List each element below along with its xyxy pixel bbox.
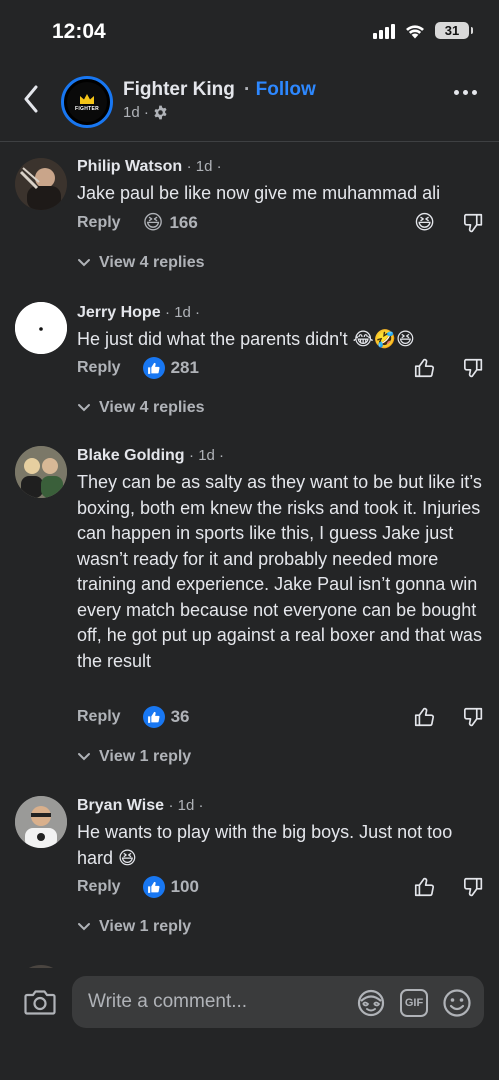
thumbs-up-icon[interactable] — [413, 706, 435, 728]
reply-button[interactable]: Reply — [77, 708, 121, 726]
commenter-avatar[interactable] — [15, 446, 67, 498]
thumbs-down-icon[interactable] — [463, 212, 485, 234]
composer-icons: GIF — [356, 988, 472, 1018]
commenter-avatar[interactable] — [15, 158, 67, 210]
view-replies-label: View 1 reply — [99, 918, 192, 935]
comment-text: They can be as salty as they want to be … — [77, 472, 482, 671]
reaction-summary[interactable]: 😆 166 — [143, 213, 198, 233]
camera-button[interactable] — [24, 988, 56, 1021]
avatar-photo — [15, 446, 67, 498]
page-logo-text: FIGHTER — [74, 105, 100, 112]
reaction-count: 100 — [170, 877, 199, 896]
comment-item: Bryan Wise · 1d · He wants to play with … — [0, 782, 499, 952]
view-replies-label: View 4 replies — [99, 399, 205, 416]
thumbs-up-icon[interactable] — [413, 876, 435, 898]
chevron-down-icon — [78, 753, 90, 761]
page-avatar[interactable]: FIGHTER — [61, 76, 113, 128]
reaction-count: 36 — [170, 707, 190, 726]
comments-list[interactable]: Philip Watson · 1d · Jake paul be like n… — [0, 142, 499, 968]
chevron-down-icon — [78, 404, 90, 412]
chevron-left-icon — [24, 85, 38, 113]
haha-reaction-icon: 😆 — [142, 212, 164, 234]
reaction-summary[interactable]: 100 — [142, 876, 199, 898]
emoji-icon[interactable] — [442, 988, 472, 1018]
follow-separator: · — [244, 79, 251, 100]
thumbs-down-icon[interactable] — [463, 706, 485, 728]
view-replies-link[interactable]: View 4 replies — [77, 254, 205, 272]
more-options-button[interactable] — [454, 90, 477, 95]
comment-text: Jake paul be like now give me muhammad a… — [77, 183, 441, 203]
thumbs-down-icon[interactable] — [463, 876, 485, 898]
reaction-summary[interactable]: 281 — [142, 357, 199, 379]
haha-reacted-button[interactable]: 😆 — [414, 213, 435, 233]
avatar-photo — [15, 158, 67, 210]
thumbs-up-icon[interactable] — [413, 357, 435, 379]
reaction-count: 281 — [170, 358, 199, 377]
battery-indicator: 31 — [435, 22, 473, 39]
thumbs-down-icon[interactable] — [463, 357, 485, 379]
chevron-down-icon — [78, 259, 90, 267]
like-reaction-icon — [142, 876, 165, 898]
like-reaction-icon — [142, 706, 165, 728]
page-name[interactable]: Fighter King — [123, 79, 235, 101]
commenter-name[interactable]: Philip Watson — [77, 158, 182, 175]
like-reaction-icon — [142, 357, 165, 379]
view-replies-link[interactable]: View 1 reply — [77, 918, 191, 936]
commenter-avatar[interactable] — [15, 302, 67, 354]
view-replies-link[interactable]: View 1 reply — [77, 748, 191, 766]
chevron-down-icon — [78, 923, 90, 931]
crown-icon — [80, 93, 94, 104]
comment-item: Blake Golding · 1d · They can be as salt… — [0, 432, 499, 782]
status-bar: 12:04 31 — [0, 0, 499, 60]
comment-composer: GIF — [0, 968, 499, 1080]
comment-time: · 1d · — [165, 304, 201, 321]
post-meta: 1d · — [123, 104, 168, 121]
avatar-photo — [15, 302, 67, 354]
status-time: 12:04 — [52, 20, 106, 43]
commenter-name[interactable]: Bryan Wise — [77, 797, 164, 814]
wifi-icon — [406, 24, 424, 38]
commenter-name[interactable]: Blake Golding — [77, 447, 185, 464]
comment-time: · 1d · — [168, 797, 204, 814]
comment-item: Jerry Hope · 1d · He just did what the p… — [0, 287, 499, 432]
cellular-signal-icon — [373, 23, 395, 39]
post-header: FIGHTER Fighter King · Follow 1d · — [0, 70, 499, 140]
view-replies-label: View 1 reply — [99, 748, 192, 765]
commenter-avatar[interactable] — [15, 796, 67, 848]
post-time: 1d · — [123, 104, 149, 121]
camera-icon — [24, 990, 56, 1015]
comment-time: · 1d · — [186, 158, 222, 175]
comment-time: · 1d · — [189, 447, 225, 464]
gif-label: GIF — [404, 997, 424, 1009]
reaction-count: 166 — [169, 213, 198, 232]
reaction-summary[interactable]: 36 — [142, 706, 190, 728]
comment-text: He wants to play with the big boys. Just… — [77, 822, 453, 868]
view-replies-link[interactable]: View 4 replies — [77, 399, 205, 417]
follow-button[interactable]: Follow — [256, 79, 316, 100]
commenter-name[interactable]: Jerry Hope — [77, 304, 161, 321]
settings-gear-icon — [154, 105, 167, 120]
avatar-photo — [15, 796, 67, 848]
back-button[interactable] — [18, 82, 44, 116]
status-icons: 31 — [373, 22, 473, 39]
gif-button[interactable]: GIF — [400, 989, 428, 1017]
reply-button[interactable]: Reply — [77, 878, 121, 896]
view-replies-label: View 4 replies — [99, 254, 205, 271]
comment-text: He just did what the parents didn't 😂🤣😆 — [77, 329, 415, 349]
avatar-sticker-icon[interactable] — [356, 988, 386, 1018]
comment-item: Philip Watson · 1d · Jake paul be like n… — [0, 142, 499, 287]
reply-button[interactable]: Reply — [77, 359, 121, 377]
follow-group: · Follow — [244, 79, 316, 101]
reply-button[interactable]: Reply — [77, 214, 121, 232]
